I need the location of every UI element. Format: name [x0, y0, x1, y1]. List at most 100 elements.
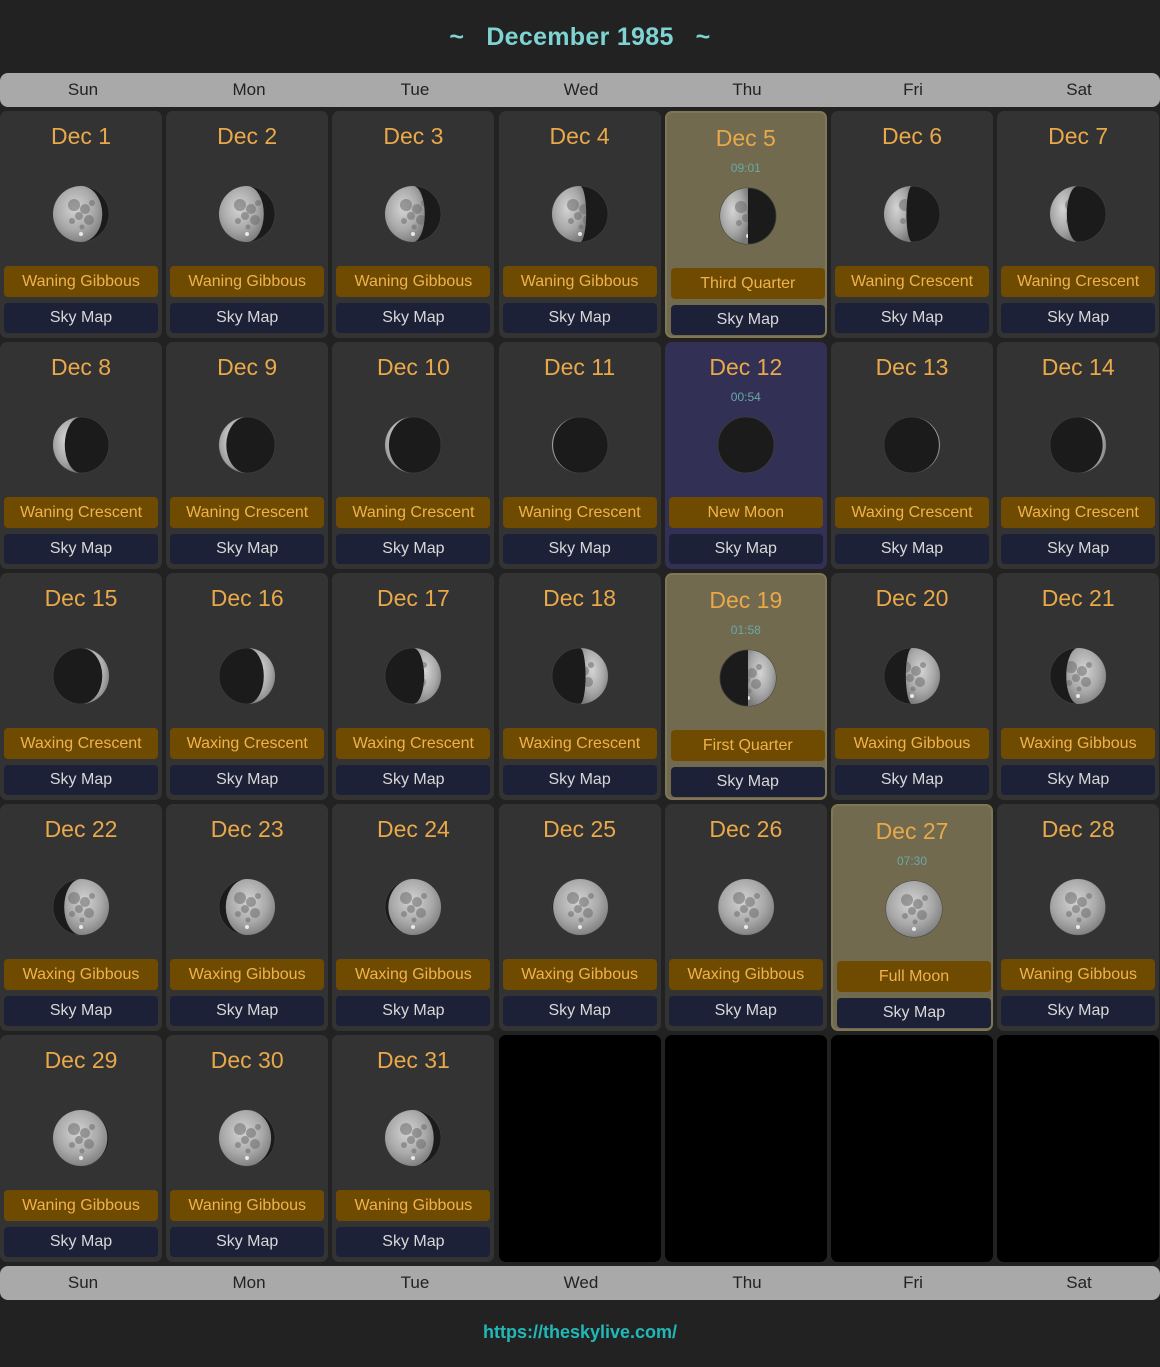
phase-time: 00:54 [730, 390, 761, 404]
moon-phase-icon [218, 185, 276, 243]
day-cell: Dec 19 01:58 First Quarter Sky Map [664, 573, 827, 800]
phase-label: Third Quarter [670, 268, 825, 299]
moon-phase-icon [384, 878, 442, 936]
day-cell: Dec 29 Waning Gibbous Sky Map [0, 1035, 162, 1262]
day-date: Dec 4 [549, 123, 610, 149]
day-cell: Dec 2 Waning Gibbous Sky Map [166, 111, 329, 338]
empty-day-cell [831, 1035, 993, 1262]
phase-label: Waxing Gibbous [1001, 728, 1156, 759]
day-cell: Dec 6 Waning Crescent Sky Map [831, 111, 993, 338]
phase-label: Waning Gibbous [170, 266, 325, 297]
sky-map-button[interactable]: Sky Map [170, 765, 325, 795]
moon-phase-icon [719, 649, 777, 707]
moon-phase-icon [719, 187, 777, 245]
phase-label: Waxing Gibbous [668, 959, 823, 990]
day-date: Dec 24 [376, 816, 450, 842]
phase-label: Waxing Crescent [502, 728, 657, 759]
weekday-tue: Tue [400, 1273, 430, 1292]
moon-phase-icon [384, 185, 442, 243]
moon-phase-icon [384, 1109, 442, 1167]
sky-map-button[interactable]: Sky Map [336, 765, 491, 795]
day-date: Dec 17 [376, 585, 450, 611]
sky-map-button[interactable]: Sky Map [835, 765, 989, 795]
day-cell: Dec 13 Waxing Crescent Sky Map [831, 342, 993, 569]
day-date: Dec 28 [1041, 816, 1115, 842]
phase-label: New Moon [668, 497, 823, 528]
phase-label: Waning Gibbous [502, 266, 657, 297]
sky-map-button[interactable]: Sky Map [502, 534, 657, 564]
sky-map-button[interactable]: Sky Map [837, 998, 991, 1028]
sky-map-button[interactable]: Sky Map [336, 534, 491, 564]
day-cell: Dec 5 09:01 Third Quarter Sky Map [664, 111, 827, 338]
phase-time: 07:30 [896, 854, 928, 868]
phase-label: Waning Crescent [4, 497, 158, 528]
day-cell: Dec 3 Waning Gibbous Sky Map [332, 111, 495, 338]
sky-map-button[interactable]: Sky Map [835, 534, 989, 564]
day-cell: Dec 24 Waxing Gibbous Sky Map [332, 804, 495, 1031]
sky-map-button[interactable]: Sky Map [336, 996, 491, 1026]
sky-map-button[interactable]: Sky Map [4, 1227, 158, 1257]
day-date: Dec 25 [543, 816, 617, 842]
day-date: Dec 27 [875, 818, 949, 844]
sky-map-button[interactable]: Sky Map [170, 303, 325, 333]
day-date: Dec 29 [44, 1047, 118, 1073]
day-cell: Dec 23 Waxing Gibbous Sky Map [166, 804, 329, 1031]
weekday-sun: Sun [67, 1273, 99, 1292]
moon-phase-icon [551, 647, 609, 705]
weekday-header-bottom: Sun Mon Tue Wed Thu Fri Sat [0, 1266, 1160, 1300]
day-cell: Dec 22 Waxing Gibbous Sky Map [0, 804, 162, 1031]
moon-phase-icon [1049, 416, 1107, 474]
calendar-grid: Dec 1 Waning Gibbous Sky Map Dec 2 Waning Gi… [0, 0, 1160, 1367]
day-cell: Dec 8 Waning Crescent Sky Map [0, 342, 162, 569]
footer-link[interactable]: https://theskylive.com/ [0, 1322, 1160, 1343]
sky-map-button[interactable]: Sky Map [170, 1227, 325, 1257]
day-cell: Dec 21 Waxing Gibbous Sky Map [997, 573, 1160, 800]
sky-map-button[interactable]: Sky Map [1001, 534, 1156, 564]
sky-map-button[interactable]: Sky Map [670, 305, 825, 335]
sky-map-button[interactable]: Sky Map [4, 534, 158, 564]
sky-map-button[interactable]: Sky Map [4, 996, 158, 1026]
sky-map-button[interactable]: Sky Map [170, 996, 325, 1026]
sky-map-button[interactable]: Sky Map [4, 303, 158, 333]
phase-label: Waxing Gibbous [835, 728, 989, 759]
phase-label: Waning Gibbous [1001, 959, 1156, 990]
phase-label: Full Moon [837, 961, 991, 992]
moon-phase-icon [551, 185, 609, 243]
sky-map-button[interactable]: Sky Map [170, 534, 325, 564]
sky-map-button[interactable]: Sky Map [1001, 996, 1156, 1026]
sky-map-button[interactable]: Sky Map [1001, 303, 1156, 333]
phase-label: Waning Crescent [835, 266, 989, 297]
day-date: Dec 16 [210, 585, 284, 611]
day-cell: Dec 25 Waxing Gibbous Sky Map [498, 804, 661, 1031]
day-cell: Dec 10 Waning Crescent Sky Map [332, 342, 495, 569]
phase-label: Waxing Crescent [170, 728, 325, 759]
sky-map-button[interactable]: Sky Map [1001, 765, 1156, 795]
day-cell: Dec 4 Waning Gibbous Sky Map [498, 111, 661, 338]
phase-time: 09:01 [730, 161, 761, 175]
sky-map-button[interactable]: Sky Map [835, 303, 989, 333]
sky-map-button[interactable]: Sky Map [668, 996, 823, 1026]
sky-map-button[interactable]: Sky Map [502, 303, 657, 333]
day-cell: Dec 27 07:30 Full Moon Sky Map [831, 804, 993, 1031]
sky-map-button[interactable]: Sky Map [502, 996, 657, 1026]
phase-label: Waning Crescent [336, 497, 491, 528]
phase-label: Waxing Gibbous [336, 959, 491, 990]
sky-map-button[interactable]: Sky Map [4, 765, 158, 795]
sky-map-button[interactable]: Sky Map [336, 1227, 491, 1257]
sky-map-button[interactable]: Sky Map [502, 765, 657, 795]
sky-map-button[interactable]: Sky Map [668, 534, 823, 564]
day-date: Dec 20 [875, 585, 949, 611]
day-date: Dec 10 [376, 354, 450, 380]
phase-label: Waning Crescent [1001, 266, 1156, 297]
moon-phase-icon [218, 647, 276, 705]
phase-label: Waxing Gibbous [170, 959, 325, 990]
moon-phase-icon [52, 416, 110, 474]
day-cell: Dec 28 Waning Gibbous Sky Map [997, 804, 1160, 1031]
sky-map-button[interactable]: Sky Map [336, 303, 491, 333]
sky-map-button[interactable]: Sky Map [670, 767, 825, 797]
day-date: Dec 3 [383, 123, 444, 149]
moon-phase-icon [717, 416, 775, 474]
day-cell: Dec 31 Waning Gibbous Sky Map [332, 1035, 495, 1262]
moon-phase-icon [883, 647, 941, 705]
weekday-sat: Sat [1066, 1273, 1092, 1292]
